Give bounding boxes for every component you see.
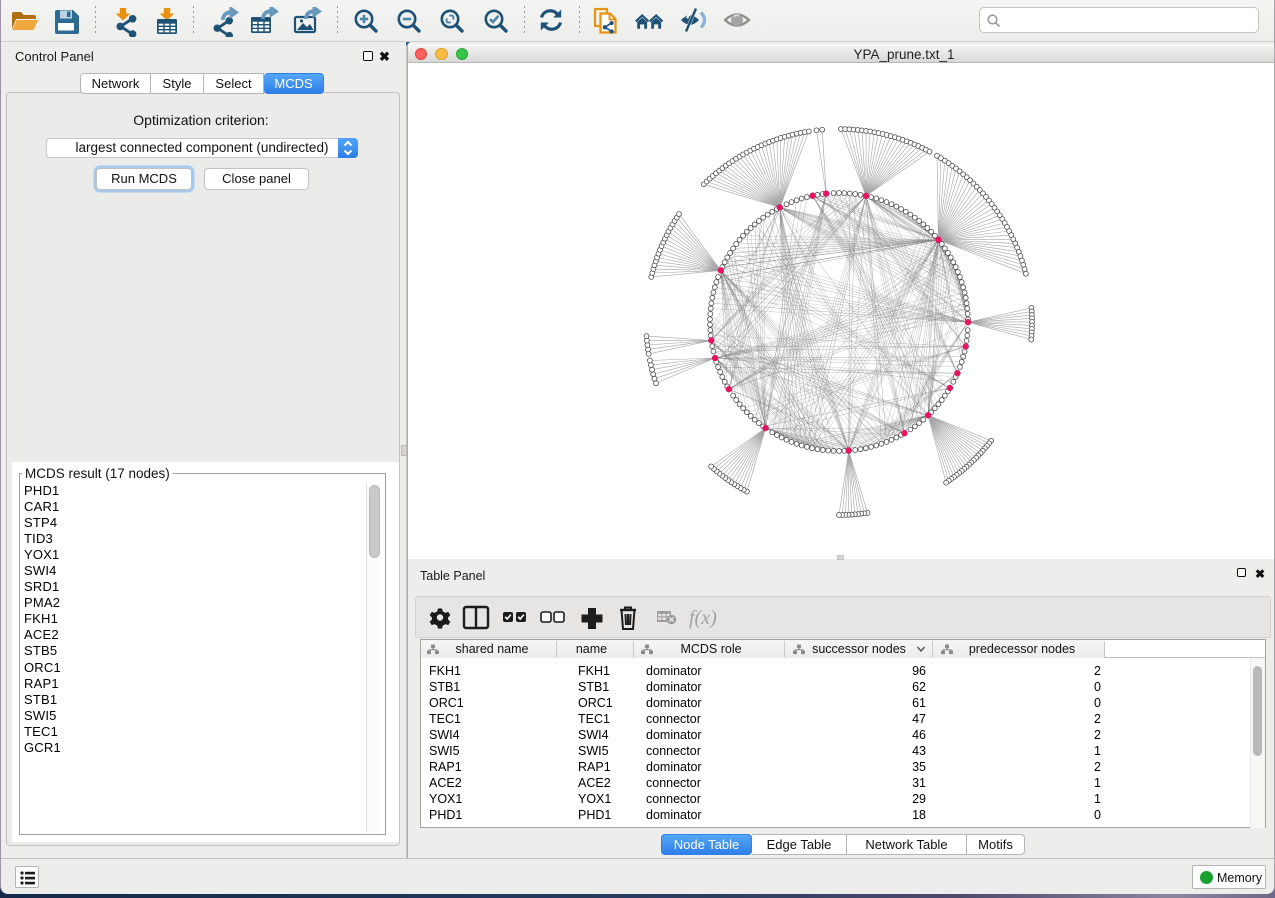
svg-text:f(x): f(x) [689,607,717,629]
